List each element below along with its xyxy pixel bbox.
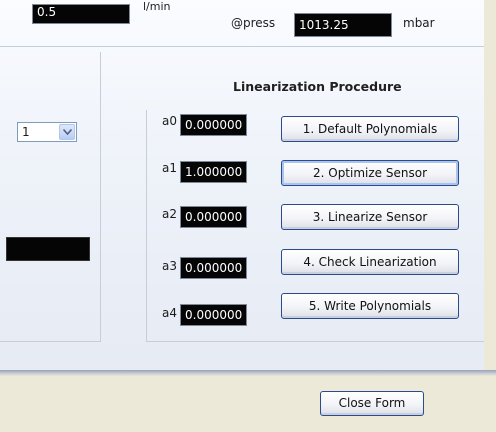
press-label: @press: [231, 16, 276, 30]
flow-value-field[interactable]: 0.5: [32, 4, 130, 24]
chevron-down-icon[interactable]: [59, 124, 75, 140]
coef-field-a2[interactable]: 0.000000: [180, 206, 247, 228]
press-unit-label: mbar: [403, 16, 435, 30]
coef-field-a0[interactable]: 0.000000: [180, 114, 247, 136]
panel-bottom-edge: [0, 370, 496, 376]
default-polynomials-button[interactable]: 1. Default Polynomials: [281, 116, 459, 142]
coef-label-a4: a4: [162, 306, 177, 320]
coef-label-a2: a2: [162, 207, 177, 221]
left-group-divider: [100, 52, 101, 342]
coef-label-a1: a1: [162, 161, 177, 175]
write-polynomials-button[interactable]: 5. Write Polynomials: [281, 293, 459, 319]
coef-field-a1[interactable]: 1.000000: [180, 161, 247, 183]
channel-select[interactable]: 1: [17, 122, 77, 142]
check-linearization-button[interactable]: 4. Check Linearization: [281, 249, 459, 275]
linearize-sensor-button[interactable]: 3. Linearize Sensor: [281, 204, 459, 230]
linearization-group-divider: [146, 110, 147, 342]
press-value-field[interactable]: 1013.25: [294, 13, 392, 37]
top-group-line: [0, 46, 484, 47]
coef-field-a3[interactable]: 0.000000: [180, 257, 247, 279]
flow-unit-label: l/min: [143, 0, 171, 13]
channel-select-value: 1: [22, 125, 30, 139]
coef-field-a4[interactable]: 0.000000: [180, 304, 247, 326]
linearization-group-bottom-line: [146, 341, 484, 342]
left-group-bottom-line: [0, 341, 100, 342]
coef-label-a3: a3: [162, 259, 177, 273]
close-form-button[interactable]: Close Form: [320, 391, 424, 416]
linearization-title: Linearization Procedure: [233, 79, 402, 94]
optimize-sensor-button[interactable]: 2. Optimize Sensor: [281, 160, 459, 186]
coef-label-a0: a0: [162, 114, 177, 128]
left-dark-field[interactable]: [6, 237, 90, 261]
